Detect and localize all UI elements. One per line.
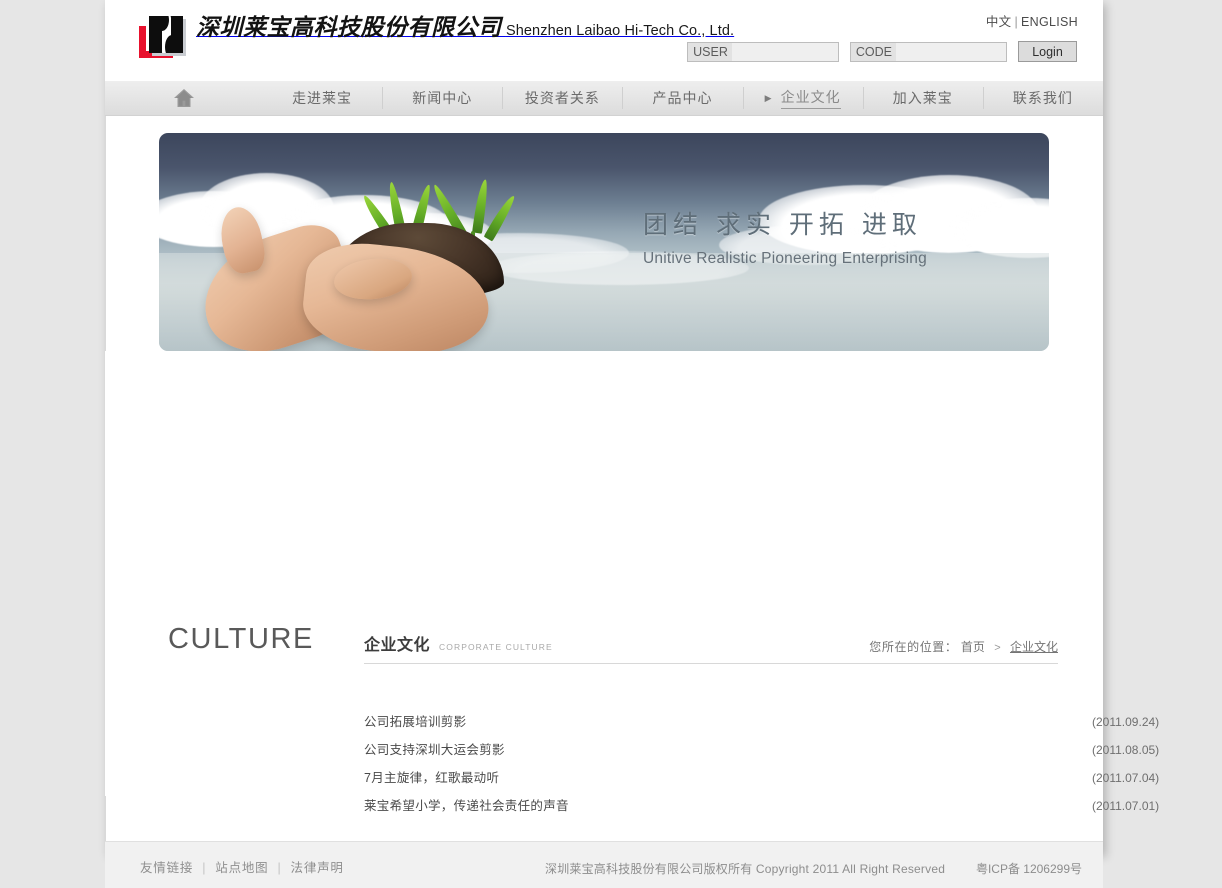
nav-item-label: 企业文化: [780, 87, 841, 109]
nav-item-5-active[interactable]: ▶ 企业文化: [742, 81, 863, 115]
site-header: 深圳莱宝高科技股份有限公司 Shenzhen Laibao Hi-Tech Co…: [105, 0, 1103, 81]
article-list: 公司拓展培训剪影 (2011.09.24) 公司支持深圳大运会剪影 (2011.…: [364, 711, 1160, 823]
logo-text: 深圳莱宝高科技股份有限公司 Shenzhen Laibao Hi-Tech Co…: [196, 13, 734, 42]
breadcrumb: 您所在的位置： 首页 > 企业文化: [869, 638, 1058, 655]
breadcrumb-separator: >: [994, 642, 1001, 654]
article-title-link[interactable]: 莱宝希望小学，传递社会责任的声音: [364, 795, 693, 814]
banner-slogan-en: Unitive Realistic Pioneering Enterprisin…: [643, 250, 927, 267]
nav-item-label: 投资者关系: [524, 90, 600, 106]
article-title-link[interactable]: 7月主旋律，红歌最动听: [364, 767, 693, 786]
footer-icp-link[interactable]: 粤ICP备 1206299号: [976, 862, 1082, 876]
nav-item-4[interactable]: 产品中心: [622, 81, 742, 115]
page-side-title: CULTURE: [168, 623, 315, 655]
main-navigation: ▶ 走进莱宝 新闻中心 投资者关系 产品中心 ▶ 企业文化 加入莱宝 联系我们: [105, 81, 1103, 116]
lang-english-link[interactable]: ENGLISH: [1021, 15, 1078, 29]
nav-item-7[interactable]: 联系我们: [982, 81, 1103, 115]
login-form: USER CODE Login: [687, 41, 1077, 62]
section-title-cn: 企业文化: [364, 635, 431, 654]
user-label: USER: [688, 42, 732, 61]
section-header: 企业文化 CORPORATE CULTURE 您所在的位置： 首页 > 企业文化: [364, 631, 1058, 664]
banner-slogan-cn: 团结 求实 开拓 进取: [643, 210, 922, 239]
code-input[interactable]: [896, 42, 1006, 61]
section-title-en: CORPORATE CULTURE: [439, 642, 553, 652]
nav-item-label: 产品中心: [652, 90, 713, 106]
logo-company-en: Shenzhen Laibao Hi-Tech Co., Ltd.: [505, 23, 735, 39]
lang-separator: |: [1014, 15, 1019, 29]
breadcrumb-current[interactable]: 企业文化: [1010, 640, 1058, 654]
article-date: (2011.09.24): [1092, 715, 1160, 729]
breadcrumb-home-link[interactable]: 首页: [961, 640, 985, 654]
nav-item-3[interactable]: 投资者关系: [502, 81, 622, 115]
home-icon: [173, 88, 195, 108]
login-button[interactable]: Login: [1018, 41, 1077, 62]
nav-item-label: 新闻中心: [412, 90, 473, 106]
nav-item-home[interactable]: [105, 81, 262, 115]
language-switcher: 中文 | ENGLISH: [986, 11, 1078, 30]
article-title-link[interactable]: 公司拓展培训剪影: [364, 711, 693, 730]
laibao-logo-icon: [138, 13, 190, 59]
nav-item-label: 联系我们: [1012, 90, 1073, 106]
nav-item-label: 加入莱宝: [892, 90, 953, 106]
footer-link-legal[interactable]: 法律声明: [291, 861, 344, 875]
footer-link-sitemap[interactable]: 站点地图: [215, 861, 268, 875]
hands-holding-soil-image: [184, 178, 518, 351]
code-label: CODE: [850, 42, 896, 61]
article-date: (2011.07.01): [1092, 799, 1160, 813]
nav-item-1[interactable]: ▶ 走进莱宝: [262, 81, 382, 115]
user-input[interactable]: [731, 42, 838, 61]
banner-area: 团结 求实 开拓 进取 Unitive Realistic Pioneering…: [105, 116, 1103, 351]
banner-slogan: 团结 求实 开拓 进取 Unitive Realistic Pioneering…: [643, 205, 927, 268]
list-item[interactable]: 公司拓展培训剪影 (2011.09.24): [364, 711, 1160, 739]
triangle-right-icon: ▶: [764, 92, 773, 103]
logo-company-cn: 深圳莱宝高科技股份有限公司: [196, 15, 502, 41]
code-field-group: CODE: [849, 41, 1007, 62]
footer-icp: 粤ICP备 1206299号: [976, 860, 1082, 877]
article-date: (2011.07.04): [1092, 771, 1160, 785]
user-field-group: USER: [687, 41, 839, 62]
nav-items: ▶ 走进莱宝 新闻中心 投资者关系 产品中心 ▶ 企业文化 加入莱宝 联系我们: [262, 81, 1103, 115]
footer-links: 友情链接 | 站点地图 | 法律声明: [140, 857, 344, 876]
article-title-link[interactable]: 公司支持深圳大运会剪影: [364, 739, 693, 758]
culture-banner: 团结 求实 开拓 进取 Unitive Realistic Pioneering…: [159, 133, 1049, 351]
footer-link-partners[interactable]: 友情链接: [140, 861, 193, 875]
list-item[interactable]: 公司支持深圳大运会剪影 (2011.08.05): [364, 739, 1160, 767]
breadcrumb-label: 您所在的位置：: [869, 640, 958, 654]
article-date: (2011.08.05): [1092, 743, 1160, 757]
nav-item-6[interactable]: 加入莱宝: [862, 81, 983, 115]
main-content: CULTURE 企业文化 CORPORATE CULTURE 您所在的位置： 首…: [105, 351, 1159, 869]
site-logo[interactable]: 深圳莱宝高科技股份有限公司 Shenzhen Laibao Hi-Tech Co…: [138, 13, 734, 59]
list-item[interactable]: 7月主旋律，红歌最动听 (2011.07.04): [364, 767, 1160, 795]
footer-link-separator: |: [202, 861, 207, 875]
nav-item-2[interactable]: 新闻中心: [382, 81, 502, 115]
lang-chinese-link[interactable]: 中文: [986, 15, 1012, 29]
page-container: 深圳莱宝高科技股份有限公司 Shenzhen Laibao Hi-Tech Co…: [105, 0, 1159, 888]
list-item[interactable]: 莱宝希望小学，传递社会责任的声音 (2011.07.01): [364, 795, 1160, 823]
nav-item-label: 走进莱宝: [292, 90, 353, 106]
footer-link-separator: |: [277, 861, 282, 875]
footer-copyright: 深圳莱宝高科技股份有限公司版权所有 Copyright 2011 All Rig…: [545, 862, 946, 876]
